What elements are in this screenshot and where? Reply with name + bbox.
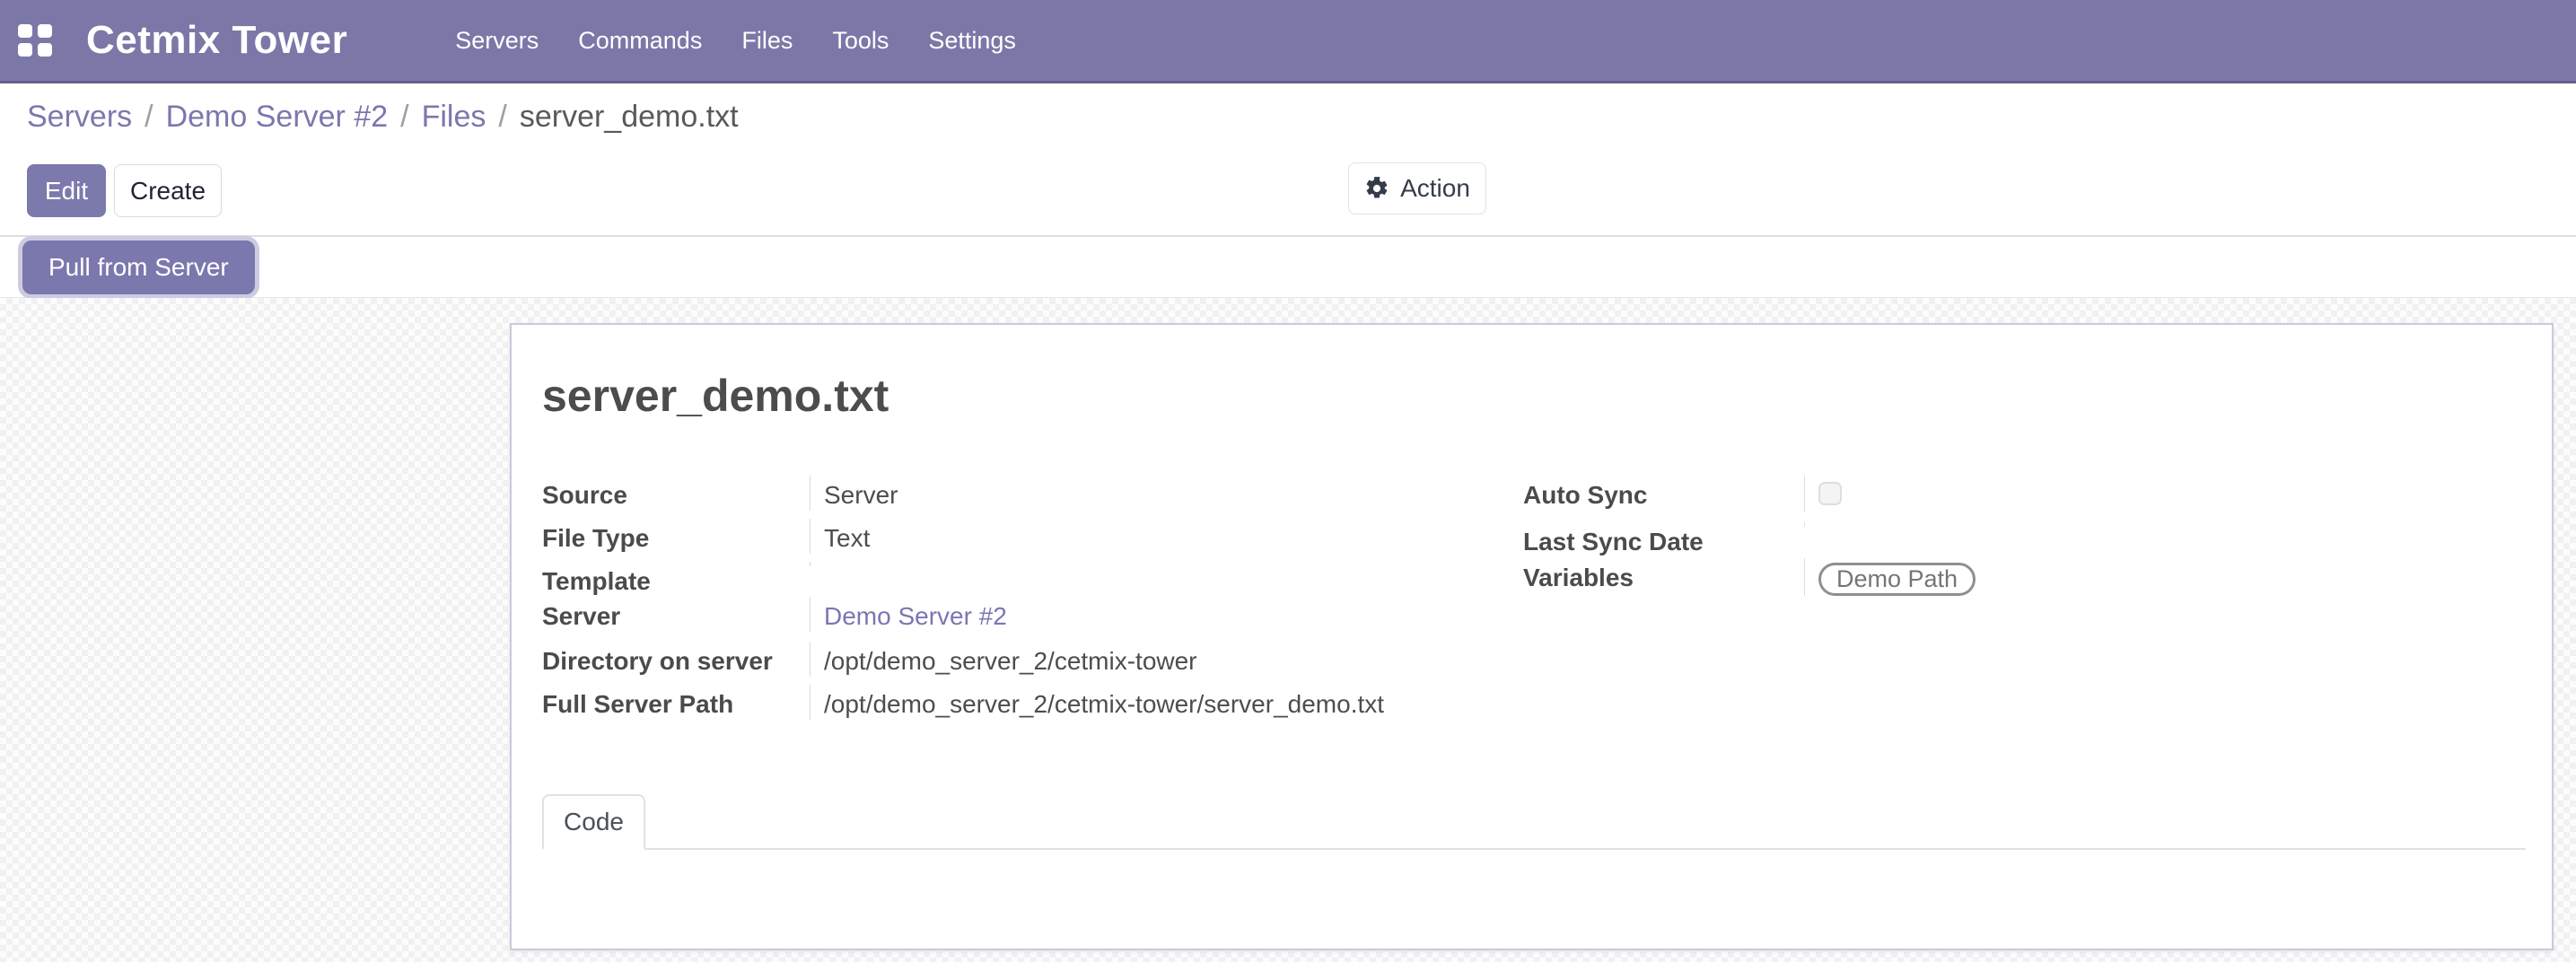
main-menu: Servers Commands Files Tools Settings bbox=[455, 0, 1016, 83]
field-row-auto-sync: Auto Sync bbox=[1523, 476, 2187, 522]
auto-sync-checkbox bbox=[1818, 482, 1842, 505]
menu-item-files[interactable]: Files bbox=[741, 0, 793, 83]
menu-item-servers[interactable]: Servers bbox=[455, 0, 539, 83]
field-label-full-server-path: Full Server Path bbox=[542, 685, 810, 720]
action-button[interactable]: Action bbox=[1348, 162, 1486, 214]
action-button-label: Action bbox=[1400, 174, 1470, 203]
menu-item-tools[interactable]: Tools bbox=[832, 0, 889, 83]
field-label-auto-sync: Auto Sync bbox=[1523, 476, 1804, 511]
field-row-file-type: File Type Text bbox=[542, 519, 1525, 562]
breadcrumb-separator: / bbox=[400, 100, 408, 135]
breadcrumb-current: server_demo.txt bbox=[520, 100, 739, 135]
field-label-last-sync-date: Last Sync Date bbox=[1523, 522, 1804, 557]
server-record-link[interactable]: Demo Server #2 bbox=[824, 602, 1007, 630]
field-value-full-server-path: /opt/demo_server_2/cetmix-tower/server_d… bbox=[810, 685, 1525, 720]
field-label-variables: Variables bbox=[1523, 558, 1804, 593]
field-row-full-server-path: Full Server Path /opt/demo_server_2/cetm… bbox=[542, 685, 1525, 728]
field-value-source: Server bbox=[810, 476, 1525, 511]
field-value-variables: Demo Path bbox=[1804, 558, 2187, 596]
field-row-last-sync-date: Last Sync Date bbox=[1523, 522, 2187, 558]
field-label-server: Server bbox=[542, 597, 810, 632]
field-row-variables: Variables Demo Path bbox=[1523, 558, 2187, 599]
apps-grid-icon[interactable] bbox=[18, 24, 54, 57]
field-row-server: Server Demo Server #2 bbox=[542, 597, 1525, 642]
field-label-source: Source bbox=[542, 476, 810, 511]
create-button[interactable]: Create bbox=[114, 164, 222, 217]
notebook-tabbar: Code bbox=[542, 794, 2526, 850]
field-group-right: Auto Sync Last Sync Date Variables Demo … bbox=[1523, 476, 2187, 599]
breadcrumb-separator: / bbox=[498, 100, 506, 135]
field-value-auto-sync bbox=[1804, 476, 2187, 512]
field-row-directory-on-server: Directory on server /opt/demo_server_2/c… bbox=[542, 642, 1525, 685]
menu-item-commands[interactable]: Commands bbox=[578, 0, 702, 83]
breadcrumb: Servers / Demo Server #2 / Files / serve… bbox=[27, 100, 739, 135]
gear-icon bbox=[1364, 176, 1389, 201]
statusbar: Pull from Server bbox=[0, 237, 2576, 298]
field-value-template bbox=[810, 562, 1525, 566]
breadcrumb-link-files[interactable]: Files bbox=[422, 100, 486, 135]
field-value-file-type: Text bbox=[810, 519, 1525, 554]
record-title: server_demo.txt bbox=[542, 370, 889, 422]
breadcrumb-link-servers[interactable]: Servers bbox=[27, 100, 132, 135]
field-label-template: Template bbox=[542, 562, 810, 597]
field-row-template: Template bbox=[542, 562, 1525, 597]
field-value-last-sync-date bbox=[1804, 522, 2187, 527]
top-navbar: Cetmix Tower Servers Commands Files Tool… bbox=[0, 0, 2576, 83]
pull-from-server-button[interactable]: Pull from Server bbox=[22, 240, 255, 294]
field-label-file-type: File Type bbox=[542, 519, 810, 554]
form-sheet: server_demo.txt Source Server File Type … bbox=[510, 323, 2554, 950]
breadcrumb-link-demo-server-2[interactable]: Demo Server #2 bbox=[166, 100, 389, 135]
breadcrumb-separator: / bbox=[145, 100, 153, 135]
menu-item-settings[interactable]: Settings bbox=[928, 0, 1016, 83]
variable-tag-demo-path: Demo Path bbox=[1818, 563, 1976, 596]
field-row-source: Source Server bbox=[542, 476, 1525, 519]
edit-button[interactable]: Edit bbox=[27, 164, 106, 217]
tab-code[interactable]: Code bbox=[542, 794, 645, 850]
control-panel: Servers / Demo Server #2 / Files / serve… bbox=[0, 83, 2576, 237]
field-value-server: Demo Server #2 bbox=[810, 597, 1525, 632]
form-view-background: server_demo.txt Source Server File Type … bbox=[0, 298, 2576, 962]
field-label-directory-on-server: Directory on server bbox=[542, 642, 810, 677]
field-group-left: Source Server File Type Text Template Se… bbox=[542, 476, 1525, 728]
brand-title[interactable]: Cetmix Tower bbox=[86, 18, 347, 63]
field-value-directory-on-server: /opt/demo_server_2/cetmix-tower bbox=[810, 642, 1525, 677]
